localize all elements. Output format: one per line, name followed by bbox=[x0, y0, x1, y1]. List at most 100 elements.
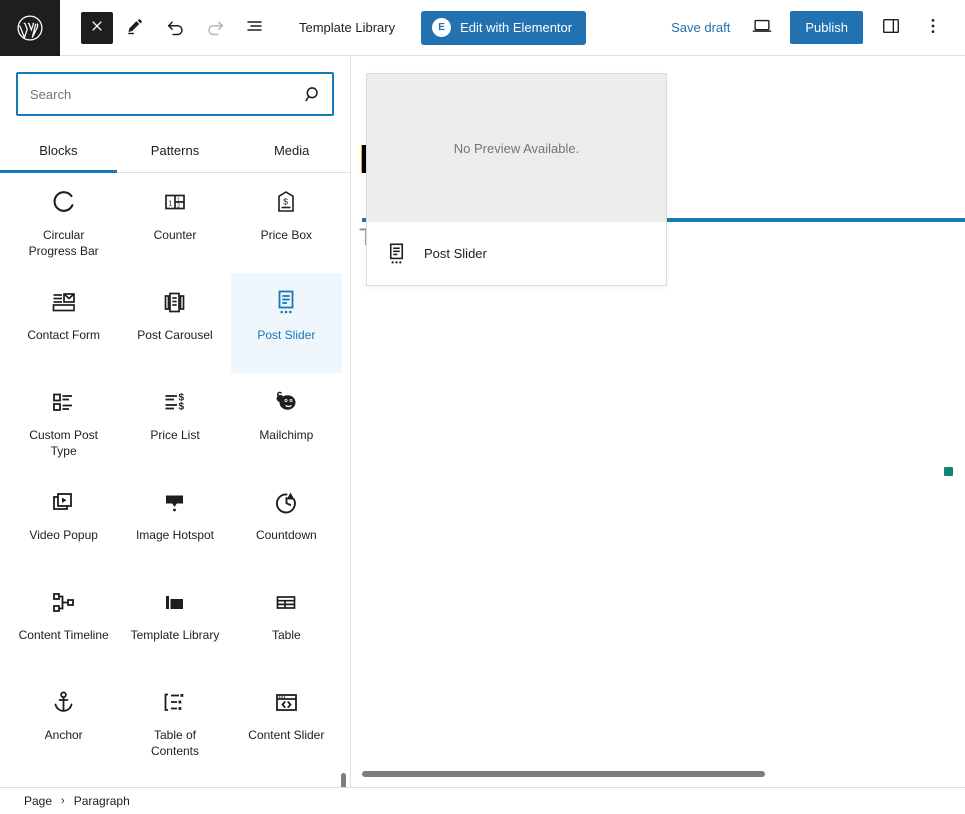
list-view-button[interactable] bbox=[237, 10, 273, 46]
redo-arrow-icon bbox=[205, 16, 226, 40]
breadcrumb-item-page[interactable]: Page bbox=[24, 794, 52, 808]
block-item-countdown[interactable]: Countdown bbox=[231, 473, 342, 573]
block-item-post-carousel[interactable]: Post Carousel bbox=[119, 273, 230, 373]
video-popup-icon bbox=[50, 487, 77, 517]
wordpress-logo-icon bbox=[16, 14, 44, 42]
block-label: Post Slider bbox=[257, 328, 316, 342]
block-label: Price List bbox=[150, 428, 200, 442]
block-item-content-slider[interactable]: Content Slider bbox=[231, 673, 342, 773]
close-x-icon bbox=[90, 19, 104, 36]
preview-block-title: Post Slider bbox=[424, 246, 487, 261]
block-item-anchor[interactable]: Anchor bbox=[8, 673, 119, 773]
svg-text:$: $ bbox=[284, 197, 289, 207]
table-icon bbox=[273, 587, 299, 617]
inserter-tabs: Blocks Patterns Media bbox=[0, 129, 350, 173]
pencil-edit-icon bbox=[126, 17, 145, 39]
more-options-icon bbox=[924, 17, 942, 38]
block-item-table-of-contents[interactable]: Table of Contents bbox=[119, 673, 230, 773]
block-item-template-library[interactable]: Template Library bbox=[119, 573, 230, 673]
svg-text:1: 1 bbox=[177, 197, 180, 203]
block-item-custom-post-type[interactable]: Custom Post Type bbox=[8, 373, 119, 473]
block-item-content-timeline[interactable]: Content Timeline bbox=[8, 573, 119, 673]
block-label: Table bbox=[271, 628, 301, 642]
search-icon[interactable] bbox=[294, 74, 332, 114]
template-library-icon bbox=[161, 587, 188, 617]
block-grid: Circular Progress Bar 1 1 2 Counter $ Pr… bbox=[0, 173, 350, 773]
price-list-icon: $ $ bbox=[161, 387, 188, 417]
table-of-contents-icon bbox=[161, 687, 188, 717]
custom-post-type-icon bbox=[50, 387, 77, 417]
toolbar-left-group: Template Library E Edit with Elementor bbox=[60, 0, 587, 56]
block-label: Circular Progress Bar bbox=[28, 228, 99, 258]
wordpress-logo-button[interactable] bbox=[0, 0, 60, 56]
desktop-preview-icon bbox=[751, 15, 773, 40]
svg-text:$: $ bbox=[179, 401, 185, 412]
redo-button[interactable] bbox=[197, 10, 233, 46]
preview-footer: Post Slider bbox=[367, 222, 666, 285]
status-dot bbox=[944, 467, 953, 476]
circular-progress-icon bbox=[50, 187, 78, 217]
search-input[interactable] bbox=[18, 74, 294, 114]
tab-patterns[interactable]: Patterns bbox=[117, 129, 234, 172]
tab-media[interactable]: Media bbox=[233, 129, 350, 172]
publish-button[interactable]: Publish bbox=[790, 11, 863, 44]
edit-with-elementor-button[interactable]: E Edit with Elementor bbox=[421, 10, 587, 45]
search-box[interactable] bbox=[16, 72, 334, 116]
content-timeline-icon bbox=[50, 587, 77, 617]
block-item-circular-progress-bar[interactable]: Circular Progress Bar bbox=[8, 173, 119, 273]
block-label: Contact Form bbox=[27, 328, 100, 342]
block-inserter-panel: Blocks Patterns Media bbox=[0, 56, 351, 787]
block-list-scroll-area: Circular Progress Bar 1 1 2 Counter $ Pr… bbox=[0, 173, 350, 787]
canvas-horizontal-scrollbar[interactable] bbox=[362, 771, 765, 777]
preview-thumbnail-area: No Preview Available. bbox=[367, 74, 666, 222]
preview-button[interactable] bbox=[744, 10, 780, 46]
content-slider-icon bbox=[273, 687, 300, 717]
save-draft-button[interactable]: Save draft bbox=[663, 14, 738, 41]
inserter-scrollbar[interactable] bbox=[341, 773, 346, 787]
block-label: Template Library bbox=[130, 628, 220, 642]
price-tag-icon: $ bbox=[273, 187, 299, 217]
close-editor-button[interactable] bbox=[81, 11, 113, 44]
breadcrumb-separator: › bbox=[61, 795, 65, 807]
editor-toolbar: Template Library E Edit with Elementor S… bbox=[0, 0, 965, 56]
block-item-price-box[interactable]: $ Price Box bbox=[231, 173, 342, 273]
post-slider-icon bbox=[385, 242, 408, 266]
block-label: Mailchimp bbox=[259, 428, 314, 442]
block-label: Content Slider bbox=[248, 728, 325, 742]
more-options-button[interactable] bbox=[915, 10, 951, 46]
svg-text:2: 2 bbox=[177, 204, 180, 210]
breadcrumb-item-paragraph[interactable]: Paragraph bbox=[74, 794, 130, 808]
elementor-logo-icon: E bbox=[432, 18, 452, 37]
block-label: Anchor bbox=[44, 728, 83, 742]
toolbar-right-group: Save draft Publish bbox=[663, 0, 965, 56]
block-item-table[interactable]: Table bbox=[231, 573, 342, 673]
block-item-mailchimp[interactable]: Mailchimp bbox=[231, 373, 342, 473]
settings-sidebar-button[interactable] bbox=[873, 10, 909, 46]
block-label: Image Hotspot bbox=[135, 528, 215, 542]
anchor-icon bbox=[50, 687, 77, 717]
block-item-price-list[interactable]: $ $ Price List bbox=[119, 373, 230, 473]
post-slider-icon bbox=[273, 287, 299, 317]
block-item-contact-form[interactable]: Contact Form bbox=[8, 273, 119, 373]
block-item-counter[interactable]: 1 1 2 Counter bbox=[119, 173, 230, 273]
edit-with-elementor-label: Edit with Elementor bbox=[460, 20, 573, 35]
block-label: Price Box bbox=[260, 228, 312, 242]
block-label: Table of Contents bbox=[150, 728, 199, 758]
tab-blocks[interactable]: Blocks bbox=[0, 129, 117, 173]
image-hotspot-icon bbox=[161, 487, 188, 517]
list-view-icon bbox=[245, 16, 265, 39]
block-label: Counter bbox=[153, 228, 197, 242]
undo-button[interactable] bbox=[157, 10, 193, 46]
block-item-image-hotspot[interactable]: Image Hotspot bbox=[119, 473, 230, 573]
svg-text:1: 1 bbox=[168, 198, 172, 207]
edit-mode-button[interactable] bbox=[117, 10, 153, 46]
post-carousel-icon bbox=[161, 287, 188, 317]
counter-icon: 1 1 2 bbox=[162, 187, 188, 217]
block-label: Post Carousel bbox=[137, 328, 213, 342]
block-item-video-popup[interactable]: Video Popup bbox=[8, 473, 119, 573]
search-section bbox=[0, 56, 350, 116]
block-item-post-slider[interactable]: Post Slider bbox=[230, 273, 342, 373]
countdown-icon bbox=[273, 487, 300, 517]
block-preview-popover: No Preview Available. Post Slider bbox=[366, 73, 667, 286]
block-label: Countdown bbox=[255, 528, 317, 542]
